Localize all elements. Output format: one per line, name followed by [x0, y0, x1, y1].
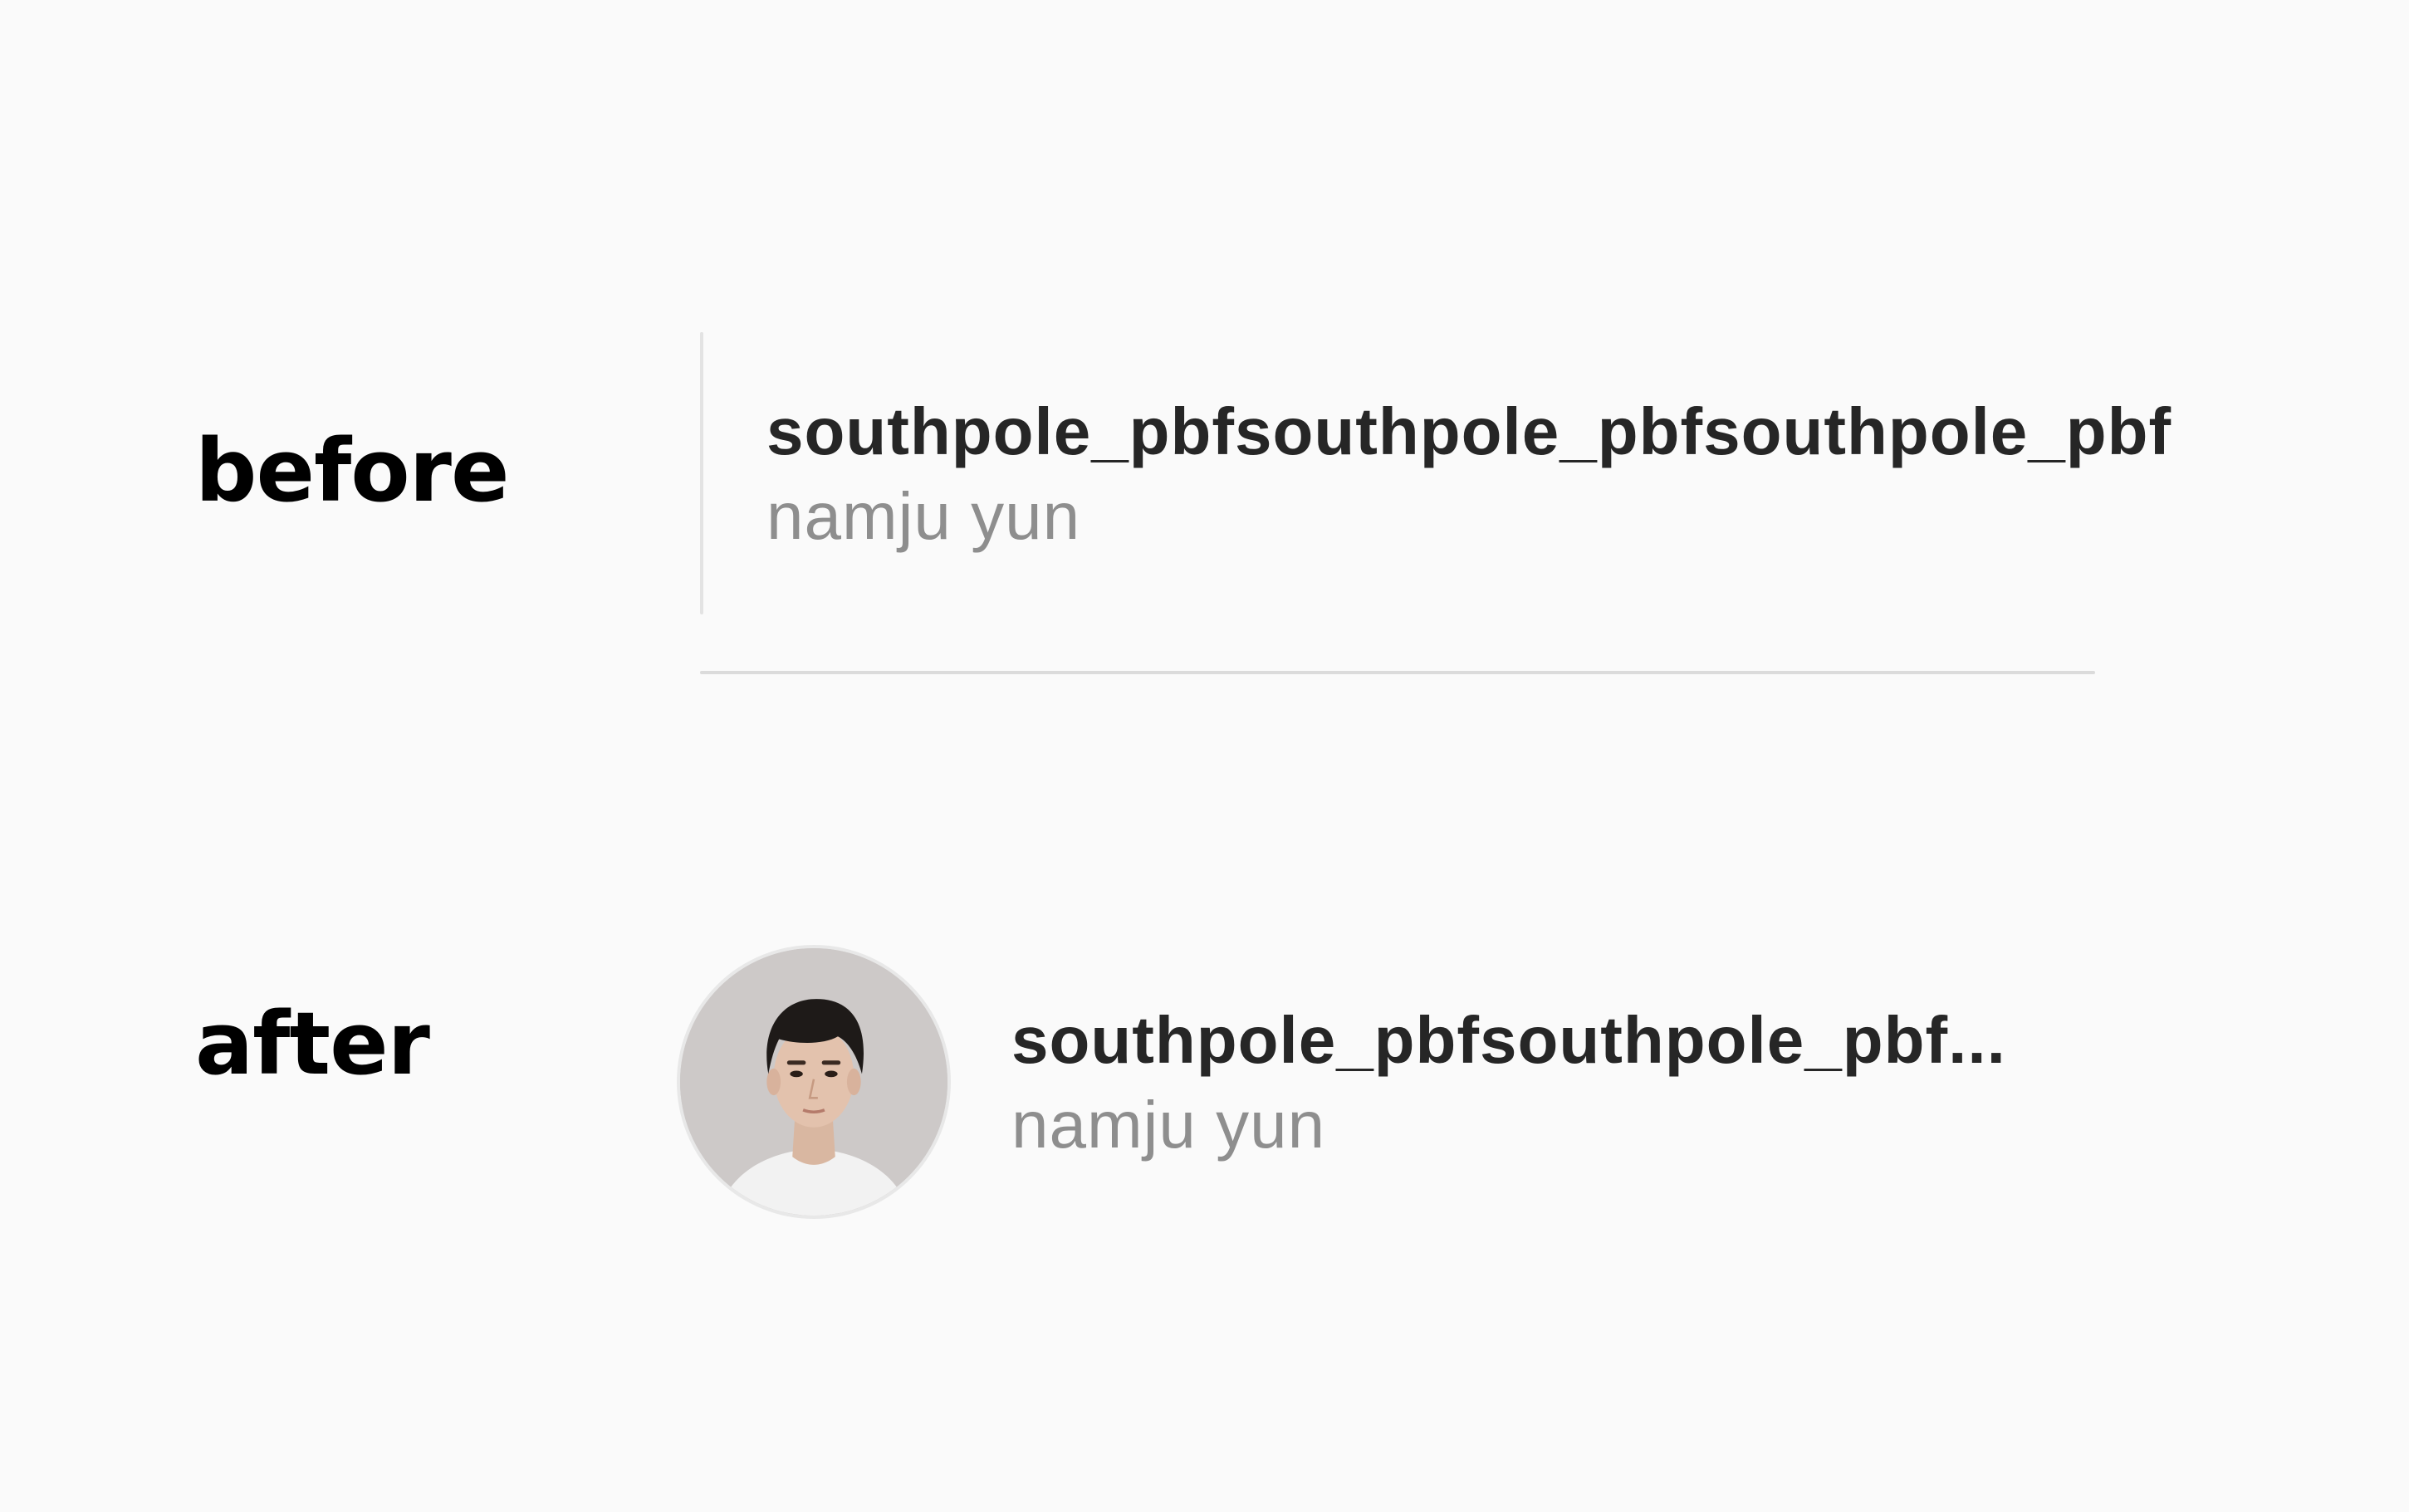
after-username[interactable]: southpole_pbfsouthpole_pbf... [1011, 1001, 2058, 1080]
comparison-canvas: before southpole_pbfsouthpole_pbfsouthpo… [0, 0, 2409, 1512]
row-divider [700, 671, 2095, 674]
before-user-text: southpole_pbfsouthpole_pbfsouthpole_pbf … [766, 392, 2203, 556]
after-user-text: southpole_pbfsouthpole_pbf... namju yun [1011, 1001, 2058, 1165]
after-full-name: namju yun [1011, 1088, 1326, 1162]
before-left-border [700, 332, 703, 614]
profile-photo-icon [680, 948, 947, 1216]
avatar[interactable] [677, 945, 951, 1219]
before-full-name: namju yun [766, 479, 1081, 553]
before-user-entry[interactable]: southpole_pbfsouthpole_pbfsouthpole_pbf … [700, 332, 2203, 614]
before-username[interactable]: southpole_pbfsouthpole_pbfsouthpole_pbf [766, 392, 2203, 472]
before-label: before [195, 420, 509, 521]
after-label: after [195, 993, 430, 1094]
